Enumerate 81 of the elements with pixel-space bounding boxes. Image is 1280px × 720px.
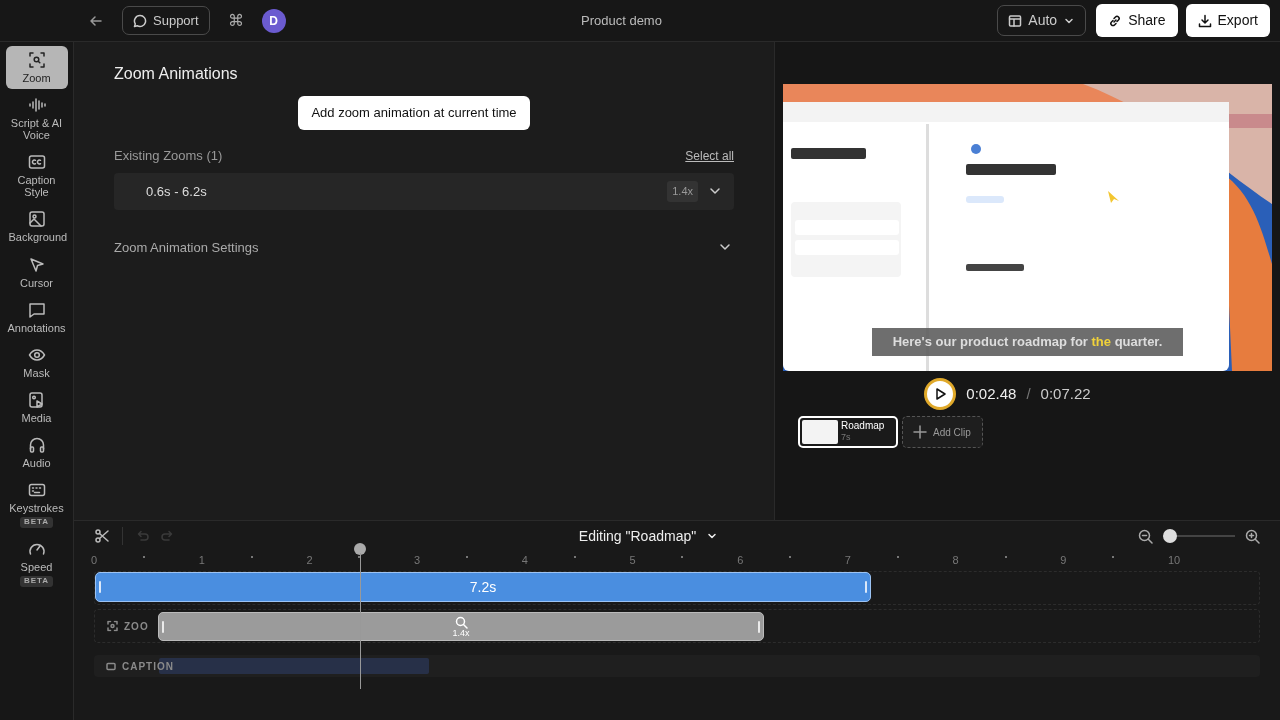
sidebar-item[interactable]: Speed BETA <box>5 534 68 592</box>
ruler-label: 4 <box>521 552 529 568</box>
sidebar-item[interactable]: Script & AI Voice <box>5 91 68 147</box>
ruler-label: 6 <box>737 552 745 568</box>
ruler-tick <box>681 555 684 558</box>
scissors-icon[interactable] <box>94 528 110 544</box>
sidebar-item[interactable]: Zoom <box>5 46 68 90</box>
ruler-label: 8 <box>952 552 960 568</box>
ruler-label: 5 <box>629 552 637 568</box>
ruler-tick <box>1004 555 1007 558</box>
zoom-factor: 1.4x <box>667 181 698 202</box>
section-label: Existing Zooms (1) <box>114 146 223 165</box>
layout-icon <box>1008 13 1023 28</box>
waveform-icon <box>27 96 46 115</box>
sidebar-item[interactable]: Annotations <box>5 295 68 339</box>
ruler-tick <box>573 555 576 558</box>
settings-header[interactable]: Zoom Animation Settings <box>114 237 259 257</box>
support-button[interactable]: Support <box>122 5 210 36</box>
sidebar-item[interactable]: Audio <box>5 430 68 475</box>
track-label: CAPTION <box>106 658 174 674</box>
sidebar-item[interactable]: Background <box>5 205 68 249</box>
layout-dropdown[interactable]: Auto <box>997 5 1087 36</box>
total-time: 0:07.22 <box>1040 383 1091 404</box>
speech-bubble-icon <box>27 300 46 319</box>
playhead[interactable] <box>354 543 366 689</box>
ruler-tick <box>143 555 145 558</box>
image-icon <box>27 210 46 229</box>
share-button[interactable]: Share <box>1096 4 1178 37</box>
shortcut-button[interactable]: ⌘ <box>227 8 244 33</box>
chat-bubble-icon <box>133 13 147 28</box>
sidebar-item[interactable]: Keystrokes BETA <box>5 476 68 533</box>
ruler-tick <box>789 555 792 558</box>
play-icon <box>933 387 948 401</box>
zoom-in-icon[interactable] <box>1245 528 1260 544</box>
time-separator: / <box>1026 383 1031 404</box>
ruler-tick <box>896 555 899 558</box>
ruler-tick <box>250 555 253 558</box>
sidebar-item[interactable]: Cursor <box>5 250 68 294</box>
beta-badge: BETA <box>19 517 54 528</box>
cursor-icon <box>27 255 46 274</box>
ruler-label: 3 <box>414 552 422 568</box>
ruler-label: 2 <box>306 552 314 568</box>
link-icon <box>1108 13 1123 28</box>
ruler-label: 10 <box>1167 552 1182 568</box>
clip-duration: 7s <box>841 432 852 443</box>
zoom-icon <box>107 620 118 632</box>
download-icon <box>1197 13 1212 28</box>
zoom-range-row[interactable]: 0.6s - 6.2s 1.4x <box>114 173 734 210</box>
select-all-link[interactable]: Select all <box>685 147 734 165</box>
ruler-label: 9 <box>1060 552 1068 568</box>
track-label: ZOO <box>107 618 149 634</box>
panel-title: Zoom Animations <box>114 64 239 84</box>
slider-thumb[interactable] <box>1163 529 1178 543</box>
play-button[interactable] <box>924 378 957 410</box>
media-icon <box>27 390 46 409</box>
ruler-tick <box>1112 555 1115 558</box>
headphones-icon <box>27 435 46 454</box>
sidebar-item[interactable]: Caption Style <box>5 148 68 204</box>
clip-selector[interactable]: Editing "Roadmap" <box>578 525 719 547</box>
sidebar-item[interactable]: Mask <box>5 340 68 384</box>
sidebar-item[interactable]: Media <box>5 385 68 429</box>
clip-name: Roadmap <box>841 420 885 432</box>
ruler-label: 0 <box>91 552 99 568</box>
plus-icon <box>913 425 927 439</box>
beta-badge: BETA <box>19 576 54 587</box>
current-time: 0:02.48 <box>966 383 1017 404</box>
caption-overlay: Here's our product roadmap for the quarter. <box>872 328 1183 356</box>
ruler-tick <box>358 555 361 558</box>
add-zoom-button[interactable]: Add zoom animation at current time <box>298 96 530 130</box>
document-title: Product demo <box>580 11 663 30</box>
clip-card[interactable]: Roadmap 7s <box>798 416 898 448</box>
ruler-label: 1 <box>198 552 206 568</box>
ruler-label: 7 <box>844 552 852 568</box>
ruler-tick <box>466 555 469 558</box>
clip-thumbnail <box>802 420 838 444</box>
zoom-out-icon[interactable] <box>1138 528 1153 544</box>
export-button[interactable]: Export <box>1185 4 1270 37</box>
zoom-icon <box>27 51 46 69</box>
add-clip-button[interactable]: Add Clip <box>902 416 983 448</box>
search-icon <box>454 615 468 629</box>
avatar[interactable]: D <box>261 8 286 33</box>
